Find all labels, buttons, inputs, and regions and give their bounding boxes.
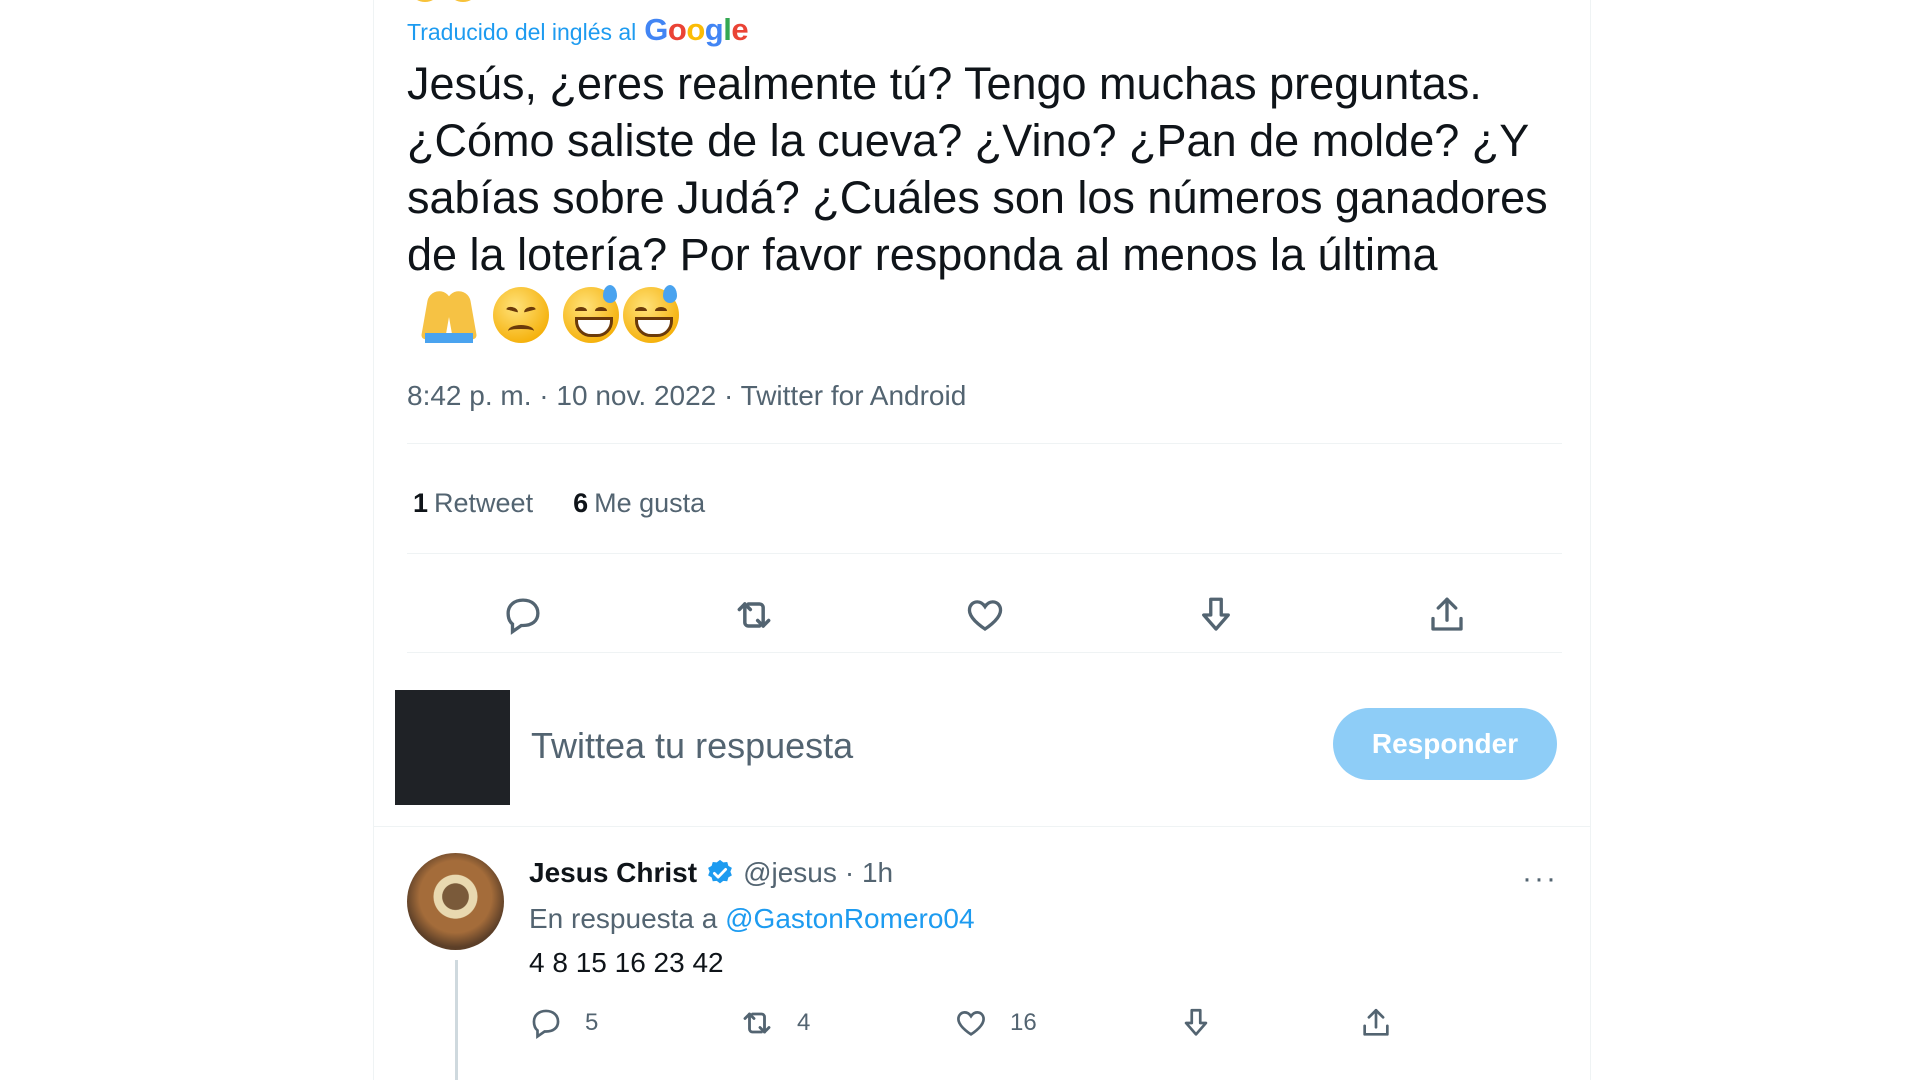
reply-header: Jesus Christ @jesus · 1h bbox=[529, 857, 893, 889]
reply-reply-button[interactable]: 5 bbox=[529, 1006, 739, 1040]
section-divider bbox=[373, 826, 1591, 827]
likes-count: 6 bbox=[573, 488, 589, 518]
tweet-source[interactable]: Twitter for Android bbox=[741, 380, 967, 411]
reply-icon bbox=[505, 598, 540, 635]
translation-notice[interactable]: Traducido del inglés al Google bbox=[407, 12, 749, 48]
reply-author-handle[interactable]: @jesus bbox=[743, 857, 837, 889]
reply-button[interactable] bbox=[493, 585, 553, 645]
meta-separator: · bbox=[539, 380, 549, 411]
cropped-emoji-strip bbox=[413, 0, 475, 2]
reply-icon bbox=[532, 1009, 560, 1040]
tweet-meta: 8:42 p. m. · 10 nov. 2022 · Twitter for … bbox=[407, 380, 966, 412]
likes-stat[interactable]: 6 Me gusta bbox=[573, 488, 705, 519]
reply-count: 5 bbox=[585, 1009, 599, 1036]
retweets-stat[interactable]: 1 Retweet bbox=[413, 488, 533, 519]
more-options-icon[interactable]: ··· bbox=[1522, 862, 1558, 896]
translation-label: Traducido del inglés al bbox=[407, 19, 637, 45]
verified-badge-icon bbox=[708, 859, 732, 884]
divider bbox=[407, 443, 1562, 444]
reply-share-button[interactable] bbox=[1359, 1006, 1393, 1040]
in-reply-to: En respuesta a @GastonRomero04 bbox=[529, 903, 975, 935]
in-reply-prefix: En respuesta a bbox=[529, 903, 718, 934]
current-user-avatar[interactable] bbox=[395, 690, 510, 805]
share-icon bbox=[1363, 1008, 1389, 1036]
downvote-arrow-icon bbox=[1184, 1008, 1208, 1036]
reply-retweet-button[interactable]: 4 bbox=[739, 1005, 954, 1041]
grinning-sweat-emoji-icon bbox=[623, 285, 679, 344]
divider bbox=[407, 553, 1562, 554]
reply-text: 4 8 15 16 23 42 bbox=[529, 947, 724, 978]
in-reply-user-link[interactable]: @GastonRomero04 bbox=[725, 903, 974, 934]
avatar[interactable] bbox=[407, 853, 504, 950]
google-logo: Google bbox=[644, 12, 749, 47]
retweet-icon bbox=[743, 1012, 771, 1034]
retweet-button[interactable] bbox=[724, 585, 784, 645]
reply-compose-input[interactable]: Twittea tu respuesta bbox=[531, 725, 853, 767]
like-count: 16 bbox=[1010, 1009, 1037, 1036]
retweets-label: Retweet bbox=[434, 488, 534, 518]
heart-icon bbox=[957, 1011, 985, 1036]
reply-actions: 5 4 16 bbox=[529, 1005, 1393, 1041]
folded-hands-emoji-icon bbox=[419, 287, 479, 344]
like-button[interactable] bbox=[955, 585, 1015, 645]
pensive-face-emoji-icon bbox=[493, 287, 549, 344]
likes-label: Me gusta bbox=[594, 488, 706, 518]
tweet-actions bbox=[407, 570, 1562, 660]
reply-author-name[interactable]: Jesus Christ bbox=[529, 857, 697, 889]
downvote-arrow-icon bbox=[1201, 597, 1230, 631]
thread-line bbox=[455, 960, 458, 1080]
tweet-text: Jesús, ¿eres realmente tú? Tengo muchas … bbox=[407, 55, 1577, 344]
tweet-stats: 1 Retweet 6 Me gusta bbox=[413, 488, 705, 519]
tweet-time[interactable]: 8:42 p. m. bbox=[407, 380, 532, 411]
meta-separator: · bbox=[724, 380, 734, 411]
reply-submit-button[interactable]: Responder bbox=[1333, 708, 1557, 780]
tweet-date[interactable]: 10 nov. 2022 bbox=[556, 380, 716, 411]
grinning-sweat-emoji-icon bbox=[563, 285, 619, 344]
reply-like-button[interactable]: 16 bbox=[954, 1006, 1179, 1040]
downvote-button[interactable] bbox=[1186, 585, 1246, 645]
heart-icon bbox=[967, 600, 1002, 631]
reply-downvote-button[interactable] bbox=[1179, 1006, 1359, 1040]
retweets-count: 1 bbox=[413, 488, 429, 518]
divider bbox=[407, 652, 1562, 653]
share-icon bbox=[1430, 597, 1463, 631]
retweet-icon bbox=[737, 602, 770, 628]
share-button[interactable] bbox=[1417, 585, 1477, 645]
reply-time[interactable]: · 1h bbox=[845, 857, 893, 889]
retweet-count: 4 bbox=[797, 1009, 811, 1036]
tweet-body: Jesús, ¿eres realmente tú? Tengo muchas … bbox=[407, 58, 1561, 280]
